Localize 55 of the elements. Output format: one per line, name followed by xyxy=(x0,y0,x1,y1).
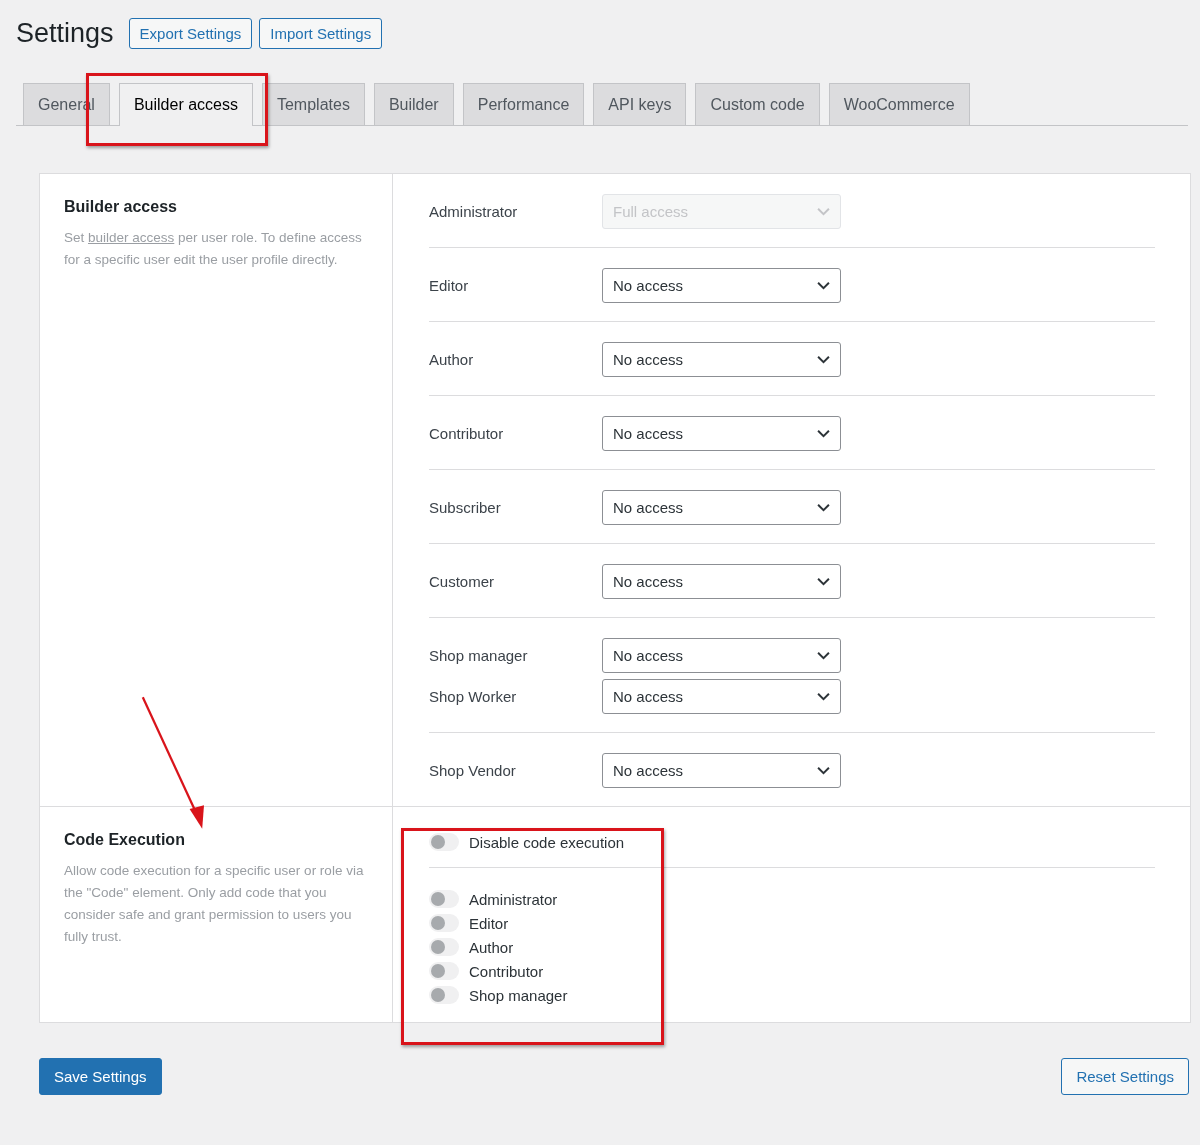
toggle-label: Author xyxy=(469,938,514,956)
role-label: Shop Worker xyxy=(429,688,518,705)
toggle-label: Disable code execution xyxy=(469,833,625,851)
chevron-down-icon xyxy=(817,766,830,775)
toggle-label: Editor xyxy=(469,914,509,932)
access-dropdown[interactable]: No access xyxy=(602,268,841,303)
access-dropdown[interactable]: No access xyxy=(602,416,841,451)
tab[interactable]: Performance xyxy=(462,83,585,125)
toggle-switch[interactable] xyxy=(429,914,459,932)
header-button[interactable]: Export Settings xyxy=(128,18,253,49)
toggle-switch[interactable] xyxy=(429,986,459,1004)
role-label: Shop Vendor xyxy=(429,762,517,779)
tab[interactable]: WooCommerce xyxy=(828,83,970,125)
role-label: Subscriber xyxy=(429,499,502,516)
builder-access-link[interactable]: builder access xyxy=(88,230,175,245)
page-title: Settings xyxy=(16,18,114,49)
section-description: Set builder access per user role. To define access for a specific user edit the user profile directly. xyxy=(64,229,363,269)
chevron-down-icon xyxy=(817,281,830,290)
toggle-switch[interactable] xyxy=(429,962,459,980)
role-label: Administrator xyxy=(429,203,519,220)
chevron-down-icon xyxy=(817,207,830,216)
toggle-switch[interactable] xyxy=(429,938,459,956)
tab[interactable]: Templates xyxy=(261,83,365,125)
toggle-label: Contributor xyxy=(469,962,544,980)
access-dropdown[interactable]: No access xyxy=(602,564,841,599)
toggle-switch[interactable] xyxy=(429,890,459,908)
toggle-switch[interactable] xyxy=(429,833,459,851)
toggle-label: Administrator xyxy=(469,890,558,908)
header-button[interactable]: Import Settings xyxy=(259,18,383,49)
access-dropdown[interactable]: No access xyxy=(602,342,841,377)
chevron-down-icon xyxy=(817,503,830,512)
access-dropdown[interactable]: No access xyxy=(602,753,841,788)
access-dropdown[interactable]: No access xyxy=(602,638,841,673)
section-description: Allow code execution for a specific user or role via the "Code" element. Only add code that you consider safe and grant permission to users you fully trust. xyxy=(64,862,365,946)
access-dropdown[interactable]: No access xyxy=(602,679,841,714)
tab[interactable]: API keys xyxy=(593,83,687,125)
toggle-label: Shop manager xyxy=(469,986,568,1004)
tab[interactable]: Custom code xyxy=(695,83,820,125)
role-label: Contributor xyxy=(429,425,505,442)
chevron-down-icon xyxy=(817,651,830,660)
save-button[interactable]: Save Settings xyxy=(39,1058,162,1095)
chevron-down-icon xyxy=(817,429,830,438)
role-label: Customer xyxy=(429,573,496,590)
section-title: Builder access xyxy=(64,198,178,216)
tab[interactable]: Builder xyxy=(373,83,454,125)
tab[interactable]: Builder access xyxy=(118,83,253,126)
chevron-down-icon xyxy=(817,355,830,364)
chevron-down-icon xyxy=(817,692,830,701)
role-label: Shop manager xyxy=(429,647,529,664)
reset-button[interactable]: Reset Settings xyxy=(1061,1058,1189,1095)
section-title: Code Execution xyxy=(64,831,186,849)
chevron-down-icon xyxy=(817,577,830,586)
role-label: Editor xyxy=(429,277,470,294)
role-label: Author xyxy=(429,351,475,368)
access-dropdown[interactable]: No access xyxy=(602,490,841,525)
